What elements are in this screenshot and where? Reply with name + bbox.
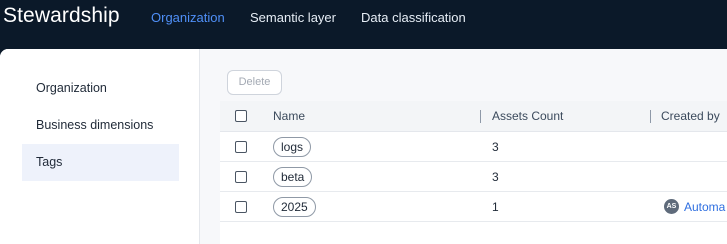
tags-table: Name Assets Count Created by logs 3 beta… (220, 101, 727, 244)
table-row[interactable]: beta 3 (220, 162, 727, 192)
delete-button[interactable]: Delete (227, 70, 282, 95)
tag-chip[interactable]: beta (273, 167, 313, 187)
sidebar-item-business-dimensions[interactable]: Business dimensions (22, 107, 179, 144)
column-header-assets-count[interactable]: Assets Count (492, 101, 563, 132)
top-bar: Stewardship Organization Semantic layer … (0, 0, 727, 48)
column-header-created-by[interactable]: Created by (661, 101, 720, 132)
created-by-link[interactable]: Automa (684, 192, 725, 222)
table-header: Name Assets Count Created by (220, 101, 727, 132)
table-row[interactable]: logs 3 (220, 132, 727, 162)
tag-chip[interactable]: logs (273, 137, 312, 157)
assets-count-cell: 3 (492, 170, 499, 184)
creator-avatar: AS (664, 199, 679, 214)
tab-organization[interactable]: Organization (151, 10, 225, 25)
content-panel: Organization Business dimensions Tags De… (0, 49, 727, 244)
tab-semantic-layer[interactable]: Semantic layer (250, 10, 336, 25)
tab-data-classification[interactable]: Data classification (361, 10, 466, 25)
assets-count-cell: 1 (492, 200, 499, 214)
table-row[interactable]: 2025 1 AS Automa (220, 192, 727, 222)
main-area: Delete Name Assets Count Created by logs… (200, 49, 727, 244)
sidebar-item-organization[interactable]: Organization (22, 70, 179, 107)
column-header-name[interactable]: Name (273, 101, 305, 132)
sidebar: Organization Business dimensions Tags (0, 49, 200, 244)
column-divider[interactable] (650, 110, 651, 123)
column-divider[interactable] (480, 110, 481, 123)
select-all-checkbox[interactable] (235, 110, 247, 122)
tag-chip[interactable]: 2025 (273, 197, 316, 217)
assets-count-cell: 3 (492, 140, 499, 154)
sidebar-item-tags[interactable]: Tags (22, 144, 179, 181)
row-checkbox[interactable] (235, 171, 247, 183)
app-title: Stewardship (3, 4, 120, 27)
row-checkbox[interactable] (235, 201, 247, 213)
row-checkbox[interactable] (235, 141, 247, 153)
